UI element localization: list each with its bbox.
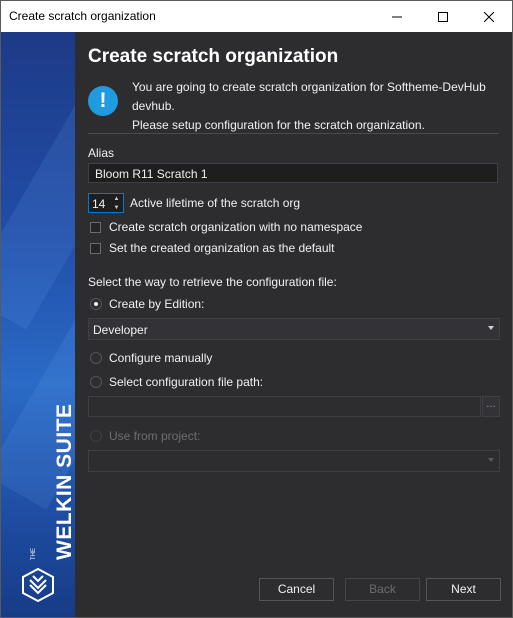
dropdown-arrow-icon — [488, 326, 494, 330]
dropdown-arrow-icon — [488, 458, 494, 462]
cancel-button[interactable]: Cancel — [259, 578, 334, 601]
info-line: devhub. — [132, 99, 175, 113]
title-bar[interactable]: Create scratch organization — [1, 1, 512, 32]
from-project-radio[interactable] — [90, 430, 102, 442]
edition-selected: Developer — [93, 323, 148, 337]
maximize-icon — [438, 11, 448, 22]
stepper-down-icon[interactable]: ▼ — [111, 203, 122, 212]
config-prompt: Select the way to retrieve the configura… — [88, 275, 337, 289]
brand-sidebar: THE WELKIN SUITE — [1, 32, 75, 617]
close-icon — [484, 11, 494, 22]
brand-block: THE WELKIN SUITE — [1, 32, 75, 617]
lifetime-value[interactable]: 14 — [92, 197, 105, 211]
info-line: You are going to create scratch organiza… — [132, 80, 486, 94]
lifetime-label: Active lifetime of the scratch org — [130, 196, 301, 210]
manual-label[interactable]: Configure manually — [109, 351, 212, 365]
manual-radio[interactable] — [90, 352, 102, 364]
minimize-button[interactable] — [374, 1, 420, 32]
dialog-content: Create scratch organization ! You are go… — [75, 32, 512, 617]
file-path-label[interactable]: Select configuration file path: — [109, 375, 263, 389]
from-project-label[interactable]: Use from project: — [109, 429, 200, 443]
info-icon: ! — [88, 86, 118, 116]
browse-button[interactable]: ... — [482, 396, 500, 417]
welkin-logo-icon — [22, 568, 54, 602]
no-namespace-label[interactable]: Create scratch organization with no name… — [109, 220, 362, 234]
brand-prefix: THE — [31, 548, 37, 560]
close-button[interactable] — [466, 1, 512, 32]
minimize-icon — [392, 16, 402, 17]
no-namespace-checkbox[interactable] — [90, 222, 101, 233]
maximize-button[interactable] — [420, 1, 466, 32]
edition-select[interactable]: Developer — [88, 318, 500, 340]
set-default-label[interactable]: Set the created organization as the defa… — [109, 241, 335, 255]
set-default-checkbox[interactable] — [90, 243, 101, 254]
by-edition-radio[interactable] — [90, 298, 102, 310]
divider — [88, 133, 499, 134]
brand-name: WELKIN SUITE — [53, 403, 75, 561]
by-edition-label[interactable]: Create by Edition: — [109, 297, 204, 311]
file-path-radio[interactable] — [90, 376, 102, 388]
next-button[interactable]: Next — [426, 578, 501, 601]
info-message: You are going to create scratch organiza… — [132, 78, 502, 135]
stepper-up-icon[interactable]: ▲ — [111, 194, 122, 203]
project-select[interactable] — [88, 450, 500, 472]
alias-label: Alias — [88, 146, 115, 160]
page-title: Create scratch organization — [88, 46, 339, 67]
file-path-input[interactable] — [88, 396, 481, 417]
alias-input[interactable]: Bloom R11 Scratch 1 — [88, 163, 498, 183]
dialog-window: Create scratch organization THE WELKIN S… — [0, 0, 513, 618]
lifetime-stepper[interactable]: 14 ▲ ▼ — [88, 193, 124, 213]
back-button[interactable]: Back — [345, 578, 420, 601]
window-title: Create scratch organization — [9, 9, 156, 23]
